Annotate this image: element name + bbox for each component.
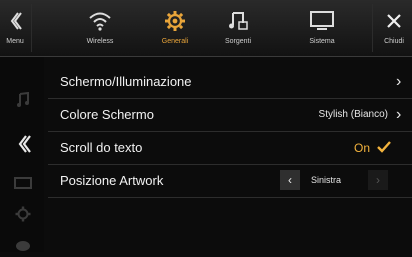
tab-wireless[interactable]: Wireless: [73, 0, 127, 56]
wifi-icon: [73, 8, 127, 34]
posizione-artwork-row: Posizione Artwork ‹ Sinistra ›: [48, 165, 412, 198]
gear-icon[interactable]: [10, 203, 36, 225]
scroll-status: On: [354, 141, 371, 155]
arrow-right-button[interactable]: ›: [368, 170, 388, 190]
artwork-position-value: Sinistra: [311, 175, 342, 185]
tab-sorgenti[interactable]: Sorgenti: [211, 0, 265, 56]
chevron-right-icon: ›: [376, 173, 380, 187]
tab-generali[interactable]: Generali: [148, 0, 202, 56]
chevron-right-icon: ›: [396, 73, 402, 90]
chevron-right-icon: ›: [396, 106, 402, 123]
row-label: Scroll do texto: [60, 140, 143, 155]
colore-schermo-row[interactable]: Colore Schermo Stylish (Bianco) ›: [48, 99, 412, 132]
close-icon: [376, 8, 412, 34]
checkmark-icon[interactable]: [376, 140, 392, 159]
top-menu-bar: Menu Wireless Generali Sorgenti Sistema …: [0, 0, 412, 57]
generali-label: Generali: [161, 38, 189, 45]
sistema-label: Sistema: [309, 38, 335, 45]
row-label: Schermo/Illuminazione: [60, 74, 192, 89]
row-label: Posizione Artwork: [60, 173, 164, 188]
music-note-icon: [211, 8, 265, 34]
chevron-left-icon: ‹: [288, 173, 292, 187]
monitor-icon: [295, 8, 349, 34]
scroll-do-texto-row[interactable]: Scroll do texto On: [48, 132, 412, 165]
sorgenti-label: Sorgenti: [224, 38, 252, 45]
back-chevron-icon[interactable]: [10, 133, 36, 155]
tab-sistema[interactable]: Sistema: [295, 0, 349, 56]
wireless-label: Wireless: [86, 38, 114, 45]
music-note-icon[interactable]: [10, 89, 36, 111]
colore-schermo-value: Stylish (Bianco): [318, 109, 388, 120]
menu-button[interactable]: Menu: [0, 0, 30, 56]
arrow-left-button[interactable]: ‹: [280, 170, 300, 190]
close-label: Chiudi: [384, 38, 404, 45]
close-button[interactable]: Chiudi: [376, 0, 412, 56]
disc-icon[interactable]: [10, 235, 36, 257]
row-label: Colore Schermo: [60, 107, 154, 122]
menu-label: Menu: [6, 38, 24, 45]
left-sidebar: [0, 57, 44, 252]
schermo-illuminazione-row[interactable]: Schermo/Illuminazione ›: [48, 66, 412, 99]
monitor-icon[interactable]: [10, 172, 36, 194]
gear-icon: [148, 8, 202, 34]
back-chevron-icon: [0, 8, 30, 34]
